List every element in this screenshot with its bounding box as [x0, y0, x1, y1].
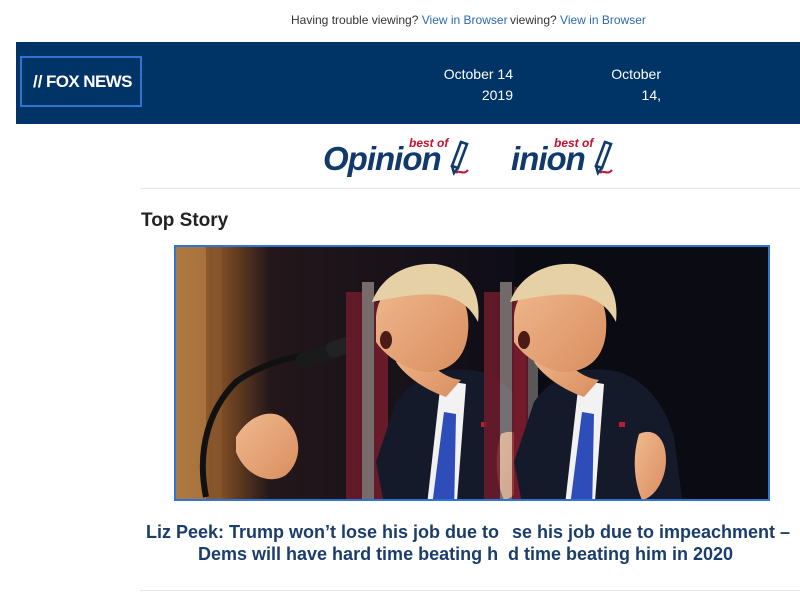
pen-icon [450, 140, 469, 176]
trump-speaking-photo [176, 247, 768, 499]
date-line1-cut: October 14 [443, 66, 513, 82]
best-of-opinion-logo[interactable]: best of Opinion [323, 136, 511, 184]
email-page: Having trouble viewing? View in Browser … [0, 0, 800, 600]
pen-icon-duplicate [594, 140, 613, 176]
opinion-word-tail: inion [511, 140, 586, 177]
date-line1: October 14, [611, 66, 661, 103]
divider-bottom [140, 590, 800, 591]
headline-line2-duplicate: d time beating him in 2020 [508, 544, 734, 564]
trouble-text: Having trouble viewing? [291, 13, 419, 27]
view-in-browser-link-duplicate[interactable]: View in Browser [560, 13, 646, 27]
view-in-browser-link[interactable]: View in Browser [422, 13, 508, 27]
trouble-viewing-notice-duplicate: viewing? View in Browser [510, 13, 646, 27]
header-bar: // FOX NEWS October 14 2019 October 14, … [16, 42, 800, 124]
header-date-cut: October 14 2019 [441, 64, 513, 104]
top-story-image[interactable] [174, 245, 770, 501]
headline-line1: Liz Peek: Trump won’t lose his job due t… [146, 522, 500, 542]
fox-news-logo[interactable]: // FOX NEWS [20, 56, 142, 107]
section-title: Top Story [141, 210, 229, 231]
logo-mark-icon: // [33, 72, 43, 91]
trouble-viewing-notice: Having trouble viewing? View in Browser [291, 13, 513, 27]
header-date: October 14, 2019 [589, 64, 661, 104]
best-of-opinion-logo-duplicate[interactable]: best of inion [511, 136, 621, 184]
opinion-word: Opinion [323, 140, 442, 177]
date-line2-cut: 2019 [481, 87, 513, 103]
divider-top [140, 188, 800, 189]
logo-text: FOX NEWS [46, 72, 132, 91]
headline-line2: Dems will have hard time beating h [198, 544, 499, 564]
top-story-headline[interactable]: Liz Peek: Trump won’t lose his job due t… [140, 520, 800, 568]
trouble-text-tail: viewing? [510, 13, 557, 27]
headline-line1-duplicate: se his job due to impeachment – [512, 522, 791, 542]
top-bar: Having trouble viewing? View in Browser … [0, 12, 800, 30]
